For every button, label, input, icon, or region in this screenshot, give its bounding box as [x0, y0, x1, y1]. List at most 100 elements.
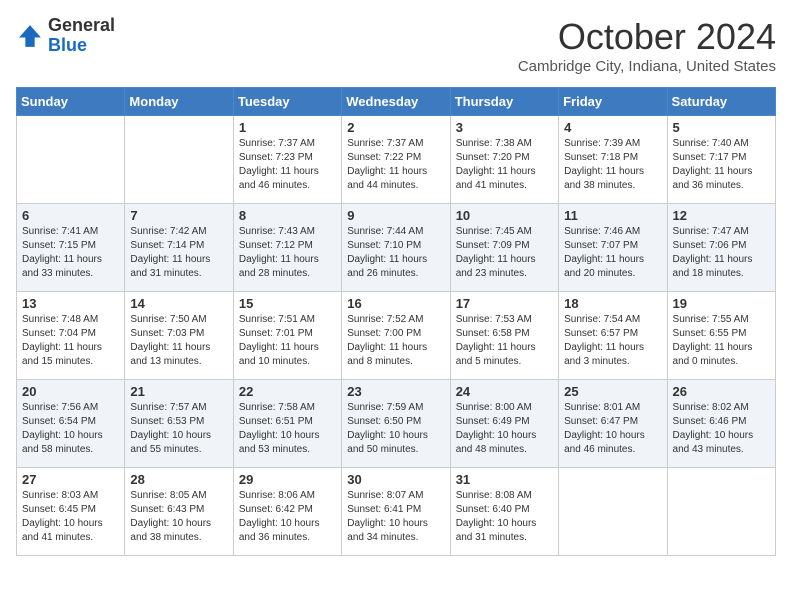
header-wednesday: Wednesday: [342, 88, 450, 116]
cell-w1-d7: 5Sunrise: 7:40 AM Sunset: 7:17 PM Daylig…: [667, 116, 775, 204]
cell-w5-d4: 30 Sunrise: 8:07 AM Sunset: 6:41 PM Dayli…: [342, 468, 450, 556]
day-number: 30: [347, 472, 444, 487]
cell-w4-d7: 26 Sunrise: 8:02 AM Sunset: 6:46 PM Dayli…: [667, 380, 775, 468]
day-info: Sunrise: 8:02 AM Sunset: 6:46 PM Dayligh…: [673, 401, 770, 457]
day-number: 8: [239, 208, 336, 223]
day-number: 21: [130, 384, 227, 399]
month-title: October 2024: [518, 16, 776, 58]
day-number: 6: [22, 208, 119, 223]
day-info: Sunrise: 7:55 AM Sunset: 6:55 PM Dayligh…: [673, 313, 770, 369]
day-number: 1: [239, 120, 336, 135]
day-info: Sunrise: 7:48 AM Sunset: 7:04 PM Dayligh…: [22, 313, 119, 369]
day-info: Sunrise: 7:39 AM Sunset: 7:18 PM Dayligh…: [564, 137, 661, 193]
day-info: Sunrise: 7:59 AM Sunset: 6:50 PM Dayligh…: [347, 401, 444, 457]
day-info: Sunrise: 7:42 AM Sunset: 7:14 PM Dayligh…: [130, 225, 227, 281]
header-friday: Friday: [559, 88, 667, 116]
day-number: 14: [130, 296, 227, 311]
day-number: 26: [673, 384, 770, 399]
day-number: 22: [239, 384, 336, 399]
title-area: October 2024 Cambridge City, Indiana, Un…: [518, 16, 776, 75]
day-number: 11: [564, 208, 661, 223]
week-row-4: 20 Sunrise: 7:56 AM Sunset: 6:54 PM Dayli…: [17, 380, 776, 468]
header-row: SundayMondayTuesdayWednesdayThursdayFrid…: [17, 88, 776, 116]
cell-w1-d4: 2Sunrise: 7:37 AM Sunset: 7:22 PM Daylig…: [342, 116, 450, 204]
day-info: Sunrise: 7:52 AM Sunset: 7:00 PM Dayligh…: [347, 313, 444, 369]
logo-icon: [16, 22, 44, 50]
cell-w4-d2: 21 Sunrise: 7:57 AM Sunset: 6:53 PM Dayli…: [125, 380, 233, 468]
day-number: 4: [564, 120, 661, 135]
cell-w1-d6: 4 Sunrise: 7:39 AM Sunset: 7:18 PM Daylig…: [559, 116, 667, 204]
cell-w5-d1: 27 Sunrise: 8:03 AM Sunset: 6:45 PM Dayli…: [17, 468, 125, 556]
day-number: 20: [22, 384, 119, 399]
day-number: 10: [456, 208, 553, 223]
cell-w3-d7: 19Sunrise: 7:55 AM Sunset: 6:55 PM Dayli…: [667, 292, 775, 380]
day-number: 2: [347, 120, 444, 135]
calendar-table: SundayMondayTuesdayWednesdayThursdayFrid…: [16, 87, 776, 556]
cell-w1-d1: [17, 116, 125, 204]
page-header: General Blue October 2024 Cambridge City…: [16, 16, 776, 75]
cell-w3-d5: 17 Sunrise: 7:53 AM Sunset: 6:58 PM Dayli…: [450, 292, 558, 380]
day-info: Sunrise: 7:54 AM Sunset: 6:57 PM Dayligh…: [564, 313, 661, 369]
day-number: 7: [130, 208, 227, 223]
day-number: 17: [456, 296, 553, 311]
day-info: Sunrise: 7:56 AM Sunset: 6:54 PM Dayligh…: [22, 401, 119, 457]
day-info: Sunrise: 7:37 AM Sunset: 7:23 PM Dayligh…: [239, 137, 336, 193]
day-info: Sunrise: 7:41 AM Sunset: 7:15 PM Dayligh…: [22, 225, 119, 281]
header-monday: Monday: [125, 88, 233, 116]
week-row-2: 6 Sunrise: 7:41 AM Sunset: 7:15 PM Daylig…: [17, 204, 776, 292]
day-info: Sunrise: 7:38 AM Sunset: 7:20 PM Dayligh…: [456, 137, 553, 193]
day-number: 12: [673, 208, 770, 223]
day-number: 16: [347, 296, 444, 311]
week-row-5: 27 Sunrise: 8:03 AM Sunset: 6:45 PM Dayli…: [17, 468, 776, 556]
cell-w1-d3: 1 Sunrise: 7:37 AM Sunset: 7:23 PM Daylig…: [233, 116, 341, 204]
day-number: 5: [673, 120, 770, 135]
day-info: Sunrise: 8:06 AM Sunset: 6:42 PM Dayligh…: [239, 489, 336, 545]
cell-w4-d5: 24Sunrise: 8:00 AM Sunset: 6:49 PM Dayli…: [450, 380, 558, 468]
cell-w1-d2: [125, 116, 233, 204]
day-info: Sunrise: 7:47 AM Sunset: 7:06 PM Dayligh…: [673, 225, 770, 281]
cell-w3-d6: 18Sunrise: 7:54 AM Sunset: 6:57 PM Dayli…: [559, 292, 667, 380]
day-info: Sunrise: 8:08 AM Sunset: 6:40 PM Dayligh…: [456, 489, 553, 545]
header-sunday: Sunday: [17, 88, 125, 116]
cell-w2-d5: 10Sunrise: 7:45 AM Sunset: 7:09 PM Dayli…: [450, 204, 558, 292]
day-info: Sunrise: 8:07 AM Sunset: 6:41 PM Dayligh…: [347, 489, 444, 545]
cell-w5-d2: 28 Sunrise: 8:05 AM Sunset: 6:43 PM Dayli…: [125, 468, 233, 556]
day-number: 9: [347, 208, 444, 223]
day-number: 15: [239, 296, 336, 311]
day-info: Sunrise: 7:50 AM Sunset: 7:03 PM Dayligh…: [130, 313, 227, 369]
day-info: Sunrise: 7:46 AM Sunset: 7:07 PM Dayligh…: [564, 225, 661, 281]
header-tuesday: Tuesday: [233, 88, 341, 116]
day-number: 27: [22, 472, 119, 487]
day-info: Sunrise: 7:51 AM Sunset: 7:01 PM Dayligh…: [239, 313, 336, 369]
day-number: 13: [22, 296, 119, 311]
cell-w3-d2: 14 Sunrise: 7:50 AM Sunset: 7:03 PM Dayli…: [125, 292, 233, 380]
day-info: Sunrise: 8:03 AM Sunset: 6:45 PM Dayligh…: [22, 489, 119, 545]
cell-w2-d6: 11 Sunrise: 7:46 AM Sunset: 7:07 PM Dayli…: [559, 204, 667, 292]
header-saturday: Saturday: [667, 88, 775, 116]
cell-w4-d6: 25Sunrise: 8:01 AM Sunset: 6:47 PM Dayli…: [559, 380, 667, 468]
day-info: Sunrise: 7:43 AM Sunset: 7:12 PM Dayligh…: [239, 225, 336, 281]
cell-w2-d1: 6 Sunrise: 7:41 AM Sunset: 7:15 PM Daylig…: [17, 204, 125, 292]
cell-w5-d7: [667, 468, 775, 556]
day-info: Sunrise: 8:05 AM Sunset: 6:43 PM Dayligh…: [130, 489, 227, 545]
logo-text: General Blue: [48, 16, 115, 56]
day-number: 28: [130, 472, 227, 487]
cell-w4-d3: 22 Sunrise: 7:58 AM Sunset: 6:51 PM Dayli…: [233, 380, 341, 468]
location-title: Cambridge City, Indiana, United States: [518, 58, 776, 75]
week-row-3: 13 Sunrise: 7:48 AM Sunset: 7:04 PM Dayli…: [17, 292, 776, 380]
day-number: 3: [456, 120, 553, 135]
cell-w5-d3: 29Sunrise: 8:06 AM Sunset: 6:42 PM Dayli…: [233, 468, 341, 556]
cell-w2-d7: 12 Sunrise: 7:47 AM Sunset: 7:06 PM Dayli…: [667, 204, 775, 292]
day-info: Sunrise: 7:58 AM Sunset: 6:51 PM Dayligh…: [239, 401, 336, 457]
cell-w4-d4: 23Sunrise: 7:59 AM Sunset: 6:50 PM Dayli…: [342, 380, 450, 468]
cell-w3-d1: 13 Sunrise: 7:48 AM Sunset: 7:04 PM Dayli…: [17, 292, 125, 380]
cell-w5-d6: [559, 468, 667, 556]
header-thursday: Thursday: [450, 88, 558, 116]
cell-w2-d4: 9 Sunrise: 7:44 AM Sunset: 7:10 PM Daylig…: [342, 204, 450, 292]
week-row-1: 1 Sunrise: 7:37 AM Sunset: 7:23 PM Daylig…: [17, 116, 776, 204]
day-info: Sunrise: 7:44 AM Sunset: 7:10 PM Dayligh…: [347, 225, 444, 281]
day-info: Sunrise: 8:01 AM Sunset: 6:47 PM Dayligh…: [564, 401, 661, 457]
day-number: 31: [456, 472, 553, 487]
day-info: Sunrise: 7:57 AM Sunset: 6:53 PM Dayligh…: [130, 401, 227, 457]
day-info: Sunrise: 7:53 AM Sunset: 6:58 PM Dayligh…: [456, 313, 553, 369]
